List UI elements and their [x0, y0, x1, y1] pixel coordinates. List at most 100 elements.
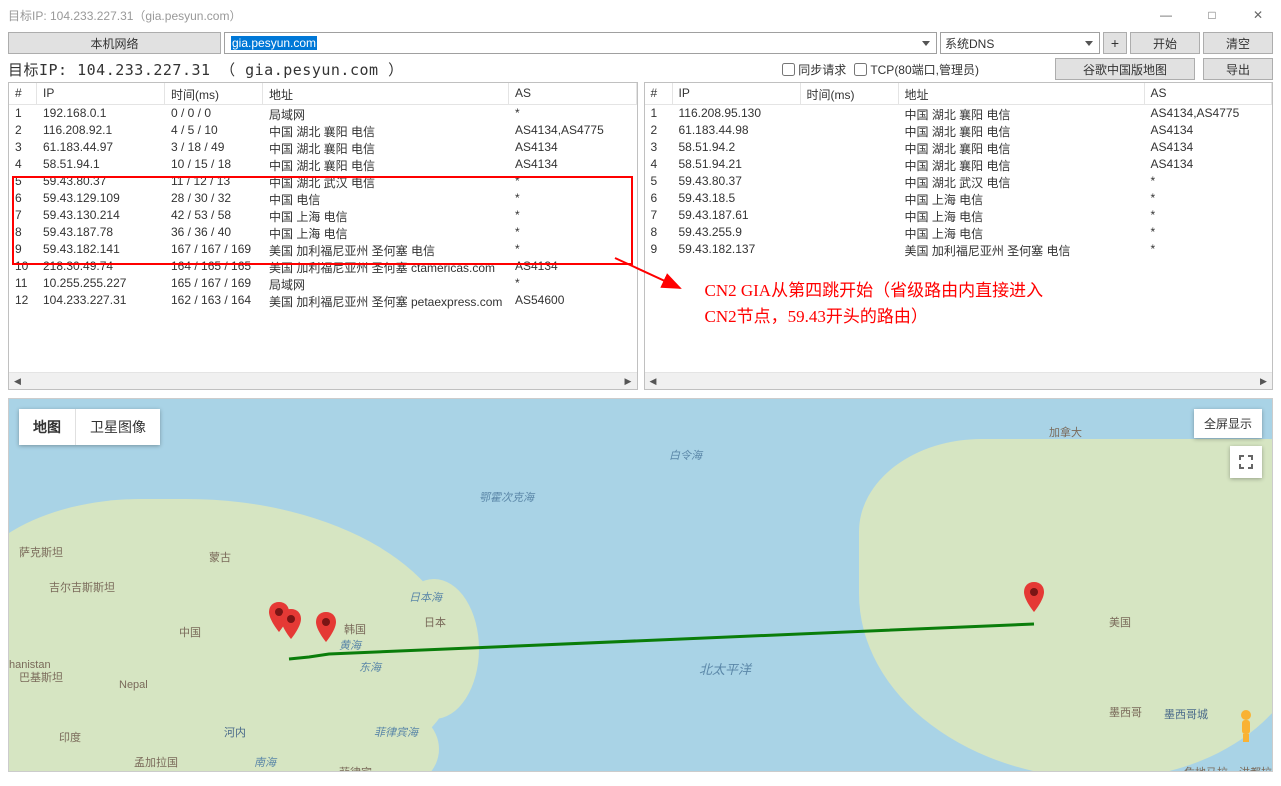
tcp-checkbox-input[interactable]	[854, 63, 867, 76]
dns-select[interactable]: 系统DNS	[940, 32, 1100, 54]
address-input[interactable]: gia.pesyun.com	[224, 32, 937, 54]
table-row[interactable]: 1116.208.95.130中国 湖北 襄阳 电信AS4134,AS4775	[645, 105, 1273, 122]
annotation-line1: CN2 GIA从第四跳开始（省级路由内直接进入	[705, 278, 1044, 304]
col-addr[interactable]: 地址	[899, 83, 1145, 104]
table-row[interactable]: 759.43.187.61中国 上海 电信*	[645, 207, 1273, 224]
table-row[interactable]: 358.51.94.2中国 湖北 襄阳 电信AS4134	[645, 139, 1273, 156]
tables-container: # IP 时间(ms) 地址 AS 1192.168.0.10 / 0 / 0局…	[0, 82, 1281, 390]
col-time[interactable]: 时间(ms)	[165, 83, 263, 104]
minimize-button[interactable]: —	[1143, 0, 1189, 30]
cell: 2	[645, 122, 673, 139]
address-dropdown-icon[interactable]	[918, 35, 934, 51]
map-tab-satellite[interactable]: 卫星图像	[76, 409, 160, 445]
scroll-left-icon[interactable]: ◀	[9, 373, 26, 390]
table-row[interactable]: 361.183.44.973 / 18 / 49中国 湖北 襄阳 电信AS413…	[9, 139, 637, 156]
table-row[interactable]: 12104.233.227.31162 / 163 / 164美国 加利福尼亚州…	[9, 292, 637, 309]
left-hscroll[interactable]: ◀ ▶	[9, 372, 637, 389]
col-hop[interactable]: #	[645, 83, 673, 104]
cell: 10 / 15 / 18	[165, 156, 263, 173]
scroll-right-icon[interactable]: ▶	[620, 373, 637, 390]
cell: 1	[645, 105, 673, 122]
table-row[interactable]: 1110.255.255.227165 / 167 / 169局域网*	[9, 275, 637, 292]
cell	[801, 122, 899, 139]
sync-checkbox-input[interactable]	[782, 63, 795, 76]
cell	[801, 139, 899, 156]
info-row: 目标IP: 104.233.227.31 （ gia.pesyun.com ） …	[0, 56, 1281, 82]
map-marker[interactable]	[316, 612, 336, 642]
add-button[interactable]: +	[1103, 32, 1127, 54]
cell: *	[509, 275, 637, 292]
table-row[interactable]: 759.43.130.21442 / 53 / 58中国 上海 电信*	[9, 207, 637, 224]
cell: AS4134,AS4775	[1145, 105, 1273, 122]
table-row[interactable]: 859.43.187.7836 / 36 / 40中国 上海 电信*	[9, 224, 637, 241]
table-row[interactable]: 959.43.182.137美国 加利福尼亚州 圣何塞 电信*	[645, 241, 1273, 258]
cell: 59.43.130.214	[37, 207, 165, 224]
cell: AS4134	[1145, 156, 1273, 173]
scroll-right-icon[interactable]: ▶	[1255, 373, 1272, 390]
cell: 9	[645, 241, 673, 258]
cell	[801, 190, 899, 207]
cell: 6	[9, 190, 37, 207]
left-table-header: # IP 时间(ms) 地址 AS	[9, 83, 637, 105]
local-network-button[interactable]: 本机网络	[8, 32, 221, 54]
titlebar: 目标IP: 104.233.227.31（gia.pesyun.com） — □…	[0, 0, 1281, 30]
cell: 28 / 30 / 32	[165, 190, 263, 207]
col-addr[interactable]: 地址	[263, 83, 509, 104]
cell: 192.168.0.1	[37, 105, 165, 122]
table-row[interactable]: 659.43.129.10928 / 30 / 32中国 电信*	[9, 190, 637, 207]
table-row[interactable]: 458.51.94.110 / 15 / 18中国 湖北 襄阳 电信AS4134	[9, 156, 637, 173]
cell: 中国 上海 电信	[263, 224, 509, 241]
right-hscroll[interactable]: ◀ ▶	[645, 372, 1273, 389]
table-row[interactable]: 10218.30.49.74164 / 165 / 165美国 加利福尼亚州 圣…	[9, 258, 637, 275]
cell: 3 / 18 / 49	[165, 139, 263, 156]
cell: 中国 上海 电信	[899, 190, 1145, 207]
col-hop[interactable]: #	[9, 83, 37, 104]
cell	[801, 105, 899, 122]
table-row[interactable]: 261.183.44.98中国 湖北 襄阳 电信AS4134	[645, 122, 1273, 139]
cell: AS4134	[509, 139, 637, 156]
col-ip[interactable]: IP	[673, 83, 801, 104]
google-cn-map-button[interactable]: 谷歌中国版地图	[1055, 58, 1195, 80]
cell: 59.43.182.137	[673, 241, 801, 258]
map-marker[interactable]	[281, 609, 301, 639]
col-as[interactable]: AS	[509, 83, 637, 104]
target-ip-label: 目标IP: 104.233.227.31 （ gia.pesyun.com ）	[8, 59, 404, 80]
table-row[interactable]: 959.43.182.141167 / 167 / 169美国 加利福尼亚州 圣…	[9, 241, 637, 258]
col-as[interactable]: AS	[1145, 83, 1273, 104]
col-ip[interactable]: IP	[37, 83, 165, 104]
cell: 167 / 167 / 169	[165, 241, 263, 258]
sync-request-checkbox[interactable]: 同步请求	[782, 61, 846, 78]
table-row[interactable]: 458.51.94.21中国 湖北 襄阳 电信AS4134	[645, 156, 1273, 173]
map[interactable]: 白令海 鄂霍次克海 北太平洋 中国 日本 韩国 蒙古 萨克斯坦 美国 加拿大 墨…	[8, 398, 1273, 772]
close-button[interactable]: ✕	[1235, 0, 1281, 30]
fullscreen-icon[interactable]	[1230, 446, 1262, 478]
cell: 36 / 36 / 40	[165, 224, 263, 241]
cell: 11 / 12 / 13	[165, 173, 263, 190]
cell: *	[509, 190, 637, 207]
table-row[interactable]: 559.43.80.3711 / 12 / 13中国 湖北 武汉 电信*	[9, 173, 637, 190]
cell: *	[509, 105, 637, 122]
table-row[interactable]: 2116.208.92.14 / 5 / 10中国 湖北 襄阳 电信AS4134…	[9, 122, 637, 139]
tcp-port-checkbox[interactable]: TCP(80端口,管理员)	[854, 61, 979, 78]
col-time[interactable]: 时间(ms)	[801, 83, 899, 104]
map-marker[interactable]	[1024, 582, 1044, 612]
cell: *	[1145, 241, 1273, 258]
fullscreen-button[interactable]: 全屏显示	[1194, 409, 1262, 438]
address-value: gia.pesyun.com	[231, 36, 317, 50]
cell	[801, 156, 899, 173]
table-row[interactable]: 659.43.18.5中国 上海 电信*	[645, 190, 1273, 207]
cell: 4	[9, 156, 37, 173]
table-row[interactable]: 559.43.80.37中国 湖北 武汉 电信*	[645, 173, 1273, 190]
map-tab-map[interactable]: 地图	[19, 409, 76, 445]
export-button[interactable]: 导出	[1203, 58, 1273, 80]
table-row[interactable]: 859.43.255.9中国 上海 电信*	[645, 224, 1273, 241]
cell: 58.51.94.21	[673, 156, 801, 173]
start-button[interactable]: 开始	[1130, 32, 1200, 54]
scroll-left-icon[interactable]: ◀	[645, 373, 662, 390]
maximize-button[interactable]: □	[1189, 0, 1235, 30]
streetview-pegman-icon[interactable]	[1232, 708, 1260, 751]
cell: 中国 湖北 襄阳 电信	[263, 139, 509, 156]
clear-button[interactable]: 清空	[1203, 32, 1273, 54]
table-row[interactable]: 1192.168.0.10 / 0 / 0局域网*	[9, 105, 637, 122]
cell: 9	[9, 241, 37, 258]
